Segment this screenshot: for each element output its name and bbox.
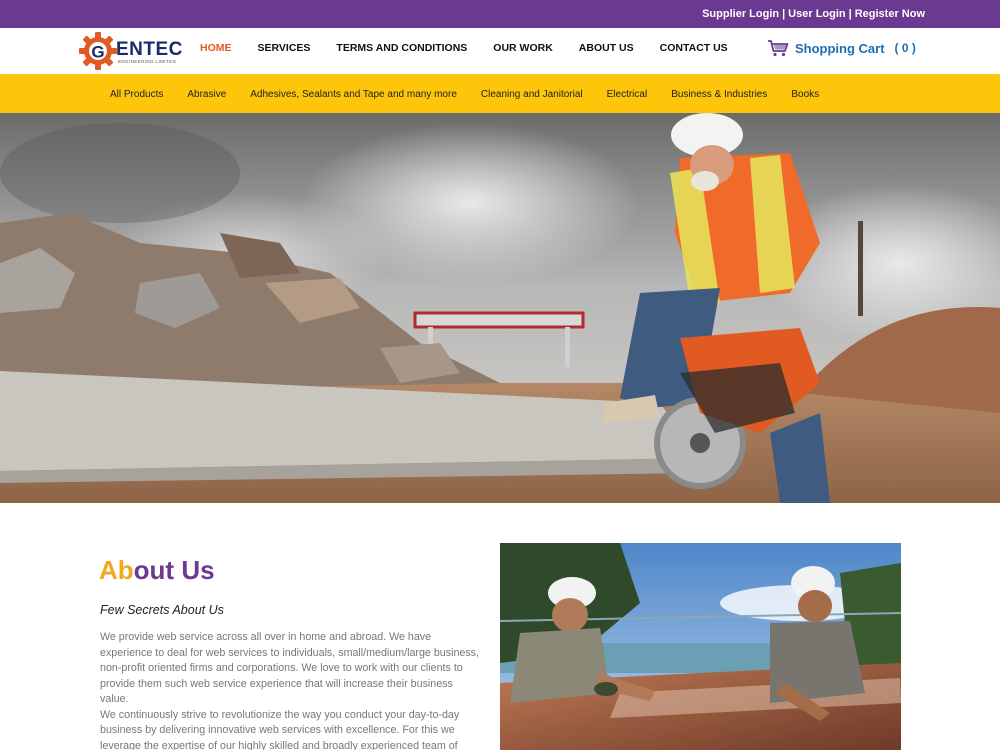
logo-letter: G	[91, 43, 104, 62]
category-abrasive[interactable]: Abrasive	[187, 89, 226, 100]
about-title: About Us	[99, 555, 215, 586]
gear-logo-icon: G	[79, 32, 117, 70]
workers-image	[500, 543, 901, 750]
user-login-link[interactable]: User Login	[788, 8, 845, 20]
shopping-cart[interactable]: Shopping Cart ( 0 )	[767, 39, 916, 57]
register-link[interactable]: Register Now	[855, 8, 925, 20]
about-title-rest: out Us	[133, 555, 215, 585]
nav-item-contact-us[interactable]: CONTACT US	[660, 42, 728, 54]
main-nav: HOME SERVICES TERMS AND CONDITIONS OUR W…	[200, 42, 754, 54]
hero-banner	[0, 113, 1000, 503]
site-header: G ENTEC ENGINEERING LIMITED HOME SERVICE…	[0, 28, 1000, 74]
separator: |	[848, 8, 852, 20]
category-electrical[interactable]: Electrical	[607, 89, 648, 100]
category-all-products[interactable]: All Products	[110, 89, 163, 100]
cart-count: ( 0 )	[894, 41, 916, 55]
nav-item-terms[interactable]: TERMS AND CONDITIONS	[336, 42, 467, 54]
category-bar: All Products Abrasive Adhesives, Sealant…	[0, 74, 1000, 113]
about-body: We provide web service across all over i…	[100, 630, 480, 750]
logo-subtext: ENGINEERING LIMITED	[118, 59, 177, 64]
logo-text: ENTEC	[116, 39, 183, 60]
category-business[interactable]: Business & Industries	[671, 89, 767, 100]
nav-item-our-work[interactable]: OUR WORK	[493, 42, 553, 54]
account-links: Supplier Login | User Login | Register Now	[702, 8, 925, 20]
cart-label: Shopping Cart	[795, 40, 885, 56]
separator: |	[782, 8, 786, 20]
nav-item-home[interactable]: HOME	[200, 42, 232, 54]
category-adhesives[interactable]: Adhesives, Sealants and Tape and many mo…	[250, 89, 457, 100]
about-paragraph: We provide web service across all over i…	[100, 631, 479, 705]
about-title-accent: Ab	[99, 555, 134, 585]
hero-image	[0, 113, 1000, 503]
category-books[interactable]: Books	[791, 89, 819, 100]
shopping-cart-icon	[768, 40, 789, 57]
supplier-login-link[interactable]: Supplier Login	[702, 8, 779, 20]
top-bar: Supplier Login | User Login | Register Now	[0, 0, 1000, 28]
nav-item-services[interactable]: SERVICES	[258, 42, 311, 54]
about-photo	[500, 543, 901, 750]
category-cleaning[interactable]: Cleaning and Janitorial	[481, 89, 583, 100]
nav-item-about-us[interactable]: ABOUT US	[579, 42, 634, 54]
site-logo[interactable]: G ENTEC ENGINEERING LIMITED	[79, 32, 183, 70]
about-subtitle: Few Secrets About Us	[100, 603, 224, 617]
about-paragraph: We continuously strive to revolutionize …	[100, 708, 460, 750]
